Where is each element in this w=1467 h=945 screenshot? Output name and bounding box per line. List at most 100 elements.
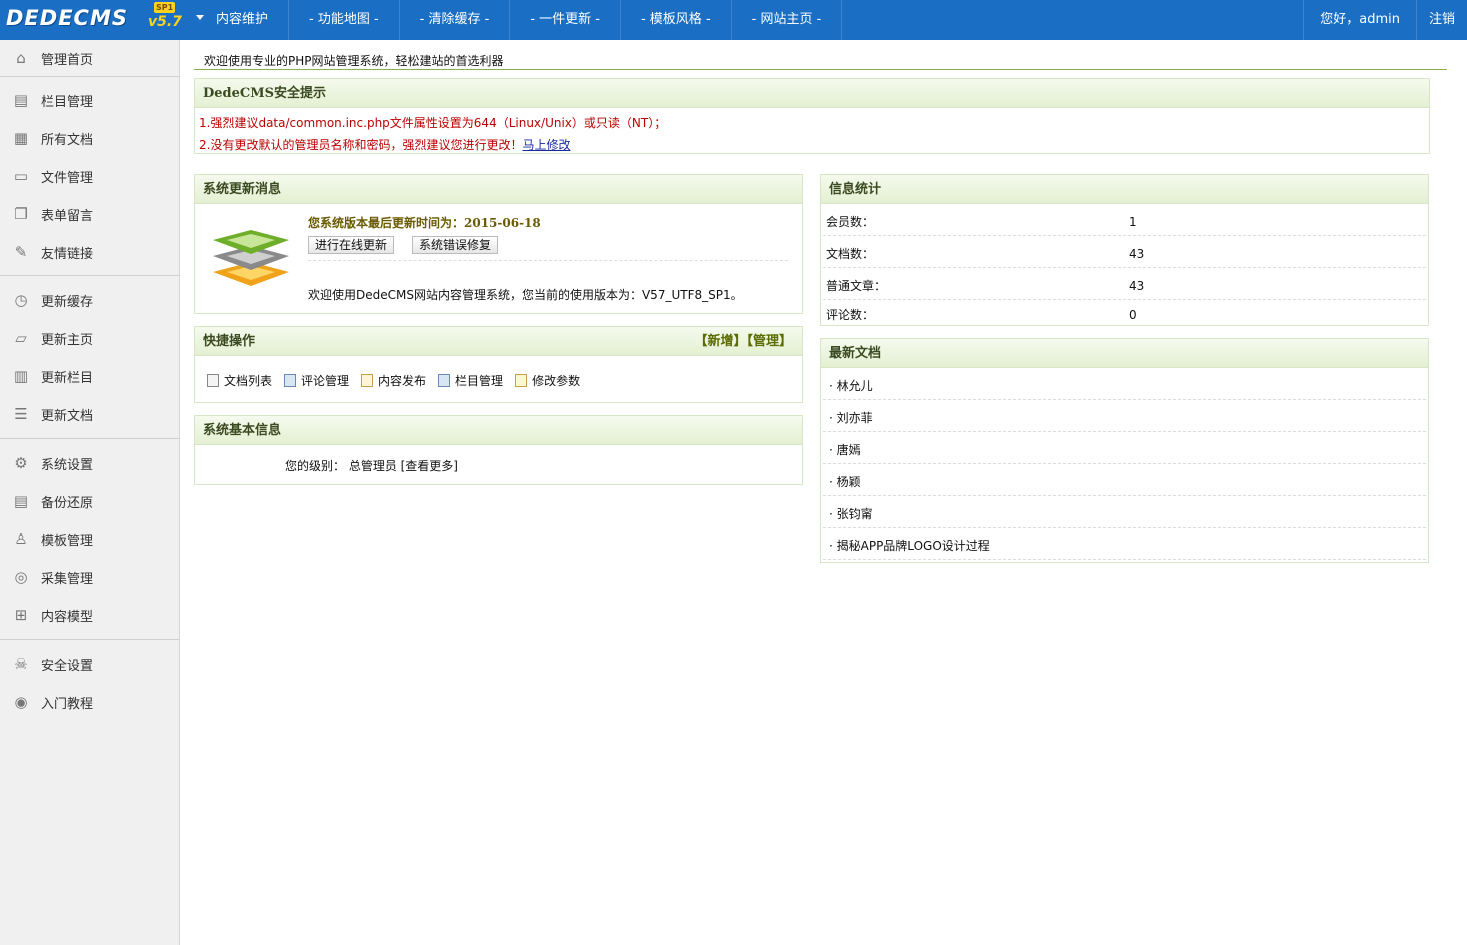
sidebar-item-files[interactable]: ▭ 文件管理	[0, 157, 179, 195]
sidebar-item-documents[interactable]: ▦ 所有文档	[0, 119, 179, 157]
basic-info-panel: 系统基本信息 您的级别： 总管理员 [查看更多]	[194, 415, 803, 485]
database-icon: ▤	[13, 492, 29, 510]
error-fix-button[interactable]: 系统错误修复	[412, 236, 499, 254]
document-icon	[207, 374, 219, 387]
sidebar-item-label: 入门教程	[41, 696, 94, 712]
sidebar-item-label: 栏目管理	[41, 94, 94, 110]
sidebar-group-2: ▤ 栏目管理 ▦ 所有文档 ▭ 文件管理 ❐ 表单留言 ✎ 友情链接	[0, 77, 179, 276]
security-line-2: 2.没有更改默认的管理员名称和密码，强烈建议您进行更改！马上修改	[199, 134, 1425, 156]
stat-value: 43	[1129, 247, 1145, 261]
collect-icon: ◎	[14, 568, 28, 586]
latest-docs-panel: 最新文档 · 林允儿 · 刘亦菲 · 唐嫣 · 杨颖 · 张钧甯 · 揭秘APP…	[820, 338, 1429, 563]
nav-clear-cache[interactable]: - 清除缓存 -	[400, 0, 511, 40]
online-update-button[interactable]: 进行在线更新	[308, 236, 395, 254]
nav-template-style[interactable]: - 模板风格 -	[621, 0, 732, 40]
sidebar-item-label: 文件管理	[41, 170, 94, 186]
update-buttons: 进行在线更新 系统错误修复	[308, 236, 499, 254]
sidebar-item-update-cache[interactable]: ◷ 更新缓存	[0, 281, 179, 319]
stats-panel: 信息统计 会员数： 1 文档数： 43 普通文章： 43 评论数： 0	[820, 174, 1429, 326]
sidebar-item-label: 内容模型	[41, 609, 94, 625]
sidebar-item-update-home[interactable]: ▱ 更新主页	[0, 319, 179, 357]
sidebar-item-label: 安全设置	[41, 658, 94, 674]
update-body: 您系统版本最后更新时间为：2015-06-18 进行在线更新 系统错误修复 欢迎…	[195, 204, 802, 315]
skull-icon: ☠	[14, 655, 28, 673]
sidebar-item-security[interactable]: ☠ 安全设置	[0, 645, 179, 683]
nav-label: 内容维护	[216, 12, 269, 27]
nav-label: - 模板风格 -	[640, 12, 711, 27]
copy-icon: ❐	[14, 205, 28, 223]
sidebar-group-1: ⌂ 管理首页	[0, 40, 179, 77]
quick-add-manage-links[interactable]: 【新增】【管理】	[694, 327, 792, 356]
security-panel: DedeCMS安全提示 1.强烈建议data/common.inc.php文件属…	[194, 78, 1430, 154]
security-list: 1.强烈建议data/common.inc.php文件属性设置为644（Linu…	[195, 108, 1429, 160]
edit-icon	[361, 374, 374, 387]
list-item[interactable]: · 杨颖	[823, 464, 1426, 496]
change-now-link[interactable]: 马上修改	[522, 138, 570, 152]
sidebar-item-update-columns[interactable]: ▥ 更新栏目	[0, 357, 179, 395]
sidebar-item-home[interactable]: ⌂ 管理首页	[0, 40, 179, 76]
logout-link[interactable]: 注销	[1415, 0, 1467, 40]
top-bar: DEDECMS SP1 v5.7 内容维护 - 功能地图 - - 清除缓存 - …	[0, 0, 1467, 40]
list-item[interactable]: · 揭秘APP品牌LOGO设计过程	[823, 528, 1426, 560]
folder-icon: ▱	[15, 329, 27, 347]
home-icon: ⌂	[16, 49, 26, 67]
stat-row: 文档数： 43	[823, 236, 1426, 268]
list-item[interactable]: · 唐嫣	[823, 432, 1426, 464]
nav-feature-map[interactable]: - 功能地图 -	[289, 0, 400, 40]
sidebar-item-tutorial[interactable]: ◉ 入门教程	[0, 683, 179, 721]
divider	[194, 69, 1447, 70]
sidebar-item-label: 所有文档	[41, 132, 94, 148]
version-info-text: 欢迎使用DedeCMS网站内容管理系统，您当前的使用版本为：V57_UTF8_S…	[308, 288, 743, 302]
nav-label: - 网站主页 -	[751, 12, 822, 27]
sidebar-item-forms[interactable]: ❐ 表单留言	[0, 195, 179, 233]
logo-sp-badge: SP1	[154, 2, 176, 13]
sidebar-group-3: ◷ 更新缓存 ▱ 更新主页 ▥ 更新栏目 ☰ 更新文档	[0, 276, 179, 439]
sidebar-item-settings[interactable]: ⚙ 系统设置	[0, 444, 179, 482]
sidebar-item-templates[interactable]: ♙ 模板管理	[0, 520, 179, 558]
sidebar-item-label: 管理首页	[41, 52, 94, 68]
top-nav: 内容维护 - 功能地图 - - 清除缓存 - - 一件更新 - - 模板风格 -…	[184, 0, 843, 40]
sidebar-item-update-docs[interactable]: ☰ 更新文档	[0, 395, 179, 433]
quick-label: 内容发布	[378, 374, 427, 388]
user-icon: ♙	[14, 530, 28, 548]
nav-one-click-update[interactable]: - 一件更新 -	[510, 0, 621, 40]
sidebar-item-label: 更新缓存	[41, 294, 94, 310]
sidebar-item-label: 采集管理	[41, 571, 94, 587]
quick-publish[interactable]: 内容发布	[361, 372, 426, 389]
user-box: 您好，admin 注销	[1303, 0, 1467, 40]
dedecms-layers-logo	[213, 230, 289, 286]
sidebar-item-content-model[interactable]: ⊞ 内容模型	[0, 596, 179, 634]
columns-icon: ▤	[13, 91, 29, 109]
list-item[interactable]: · 刘亦菲	[823, 400, 1426, 432]
stat-label: 会员数：	[826, 215, 875, 229]
sidebar-item-label: 更新栏目	[41, 370, 94, 386]
stat-row: 普通文章： 43	[823, 268, 1426, 300]
disc-icon: ◉	[14, 693, 28, 711]
quick-items: 文档列表 评论管理 内容发布 栏目管理 修改参数	[195, 356, 802, 405]
list-item[interactable]: · 林允儿	[823, 368, 1426, 400]
sidebar-item-backup[interactable]: ▤ 备份还原	[0, 482, 179, 520]
quick-label: 文档列表	[224, 374, 273, 388]
nav-label: - 一件更新 -	[530, 12, 600, 27]
quick-doc-list[interactable]: 文档列表	[207, 372, 272, 389]
quick-comments[interactable]: 评论管理	[284, 372, 349, 389]
sidebar-group-4: ⚙ 系统设置 ▤ 备份还原 ♙ 模板管理 ◎ 采集管理 ⊞ 内容模型	[0, 439, 179, 640]
sidebar-item-label: 友情链接	[41, 246, 94, 262]
sidebar-item-columns[interactable]: ▤ 栏目管理	[0, 81, 179, 119]
columns-icon	[438, 374, 451, 387]
stat-label: 评论数：	[826, 308, 875, 322]
quick-columns[interactable]: 栏目管理	[438, 372, 503, 389]
quick-title-text: 快捷操作	[203, 334, 256, 349]
nav-content-maintain[interactable]: 内容维护	[184, 0, 290, 40]
sidebar-item-collect[interactable]: ◎ 采集管理	[0, 558, 179, 596]
sidebar-item-label: 模板管理	[41, 533, 94, 549]
nav-site-home[interactable]: - 网站主页 -	[732, 0, 843, 40]
list-item[interactable]: · 张钧甯	[823, 496, 1426, 528]
sidebar-item-links[interactable]: ✎ 友情链接	[0, 233, 179, 271]
sitemap-icon: ⊞	[14, 606, 28, 624]
sidebar-group-5: ☠ 安全设置 ◉ 入门教程	[0, 640, 179, 726]
nav-label: - 功能地图 -	[309, 12, 379, 27]
quick-params[interactable]: 修改参数	[515, 372, 580, 389]
logo: DEDECMS SP1 v5.7	[0, 0, 182, 40]
edit-icon	[515, 374, 528, 387]
